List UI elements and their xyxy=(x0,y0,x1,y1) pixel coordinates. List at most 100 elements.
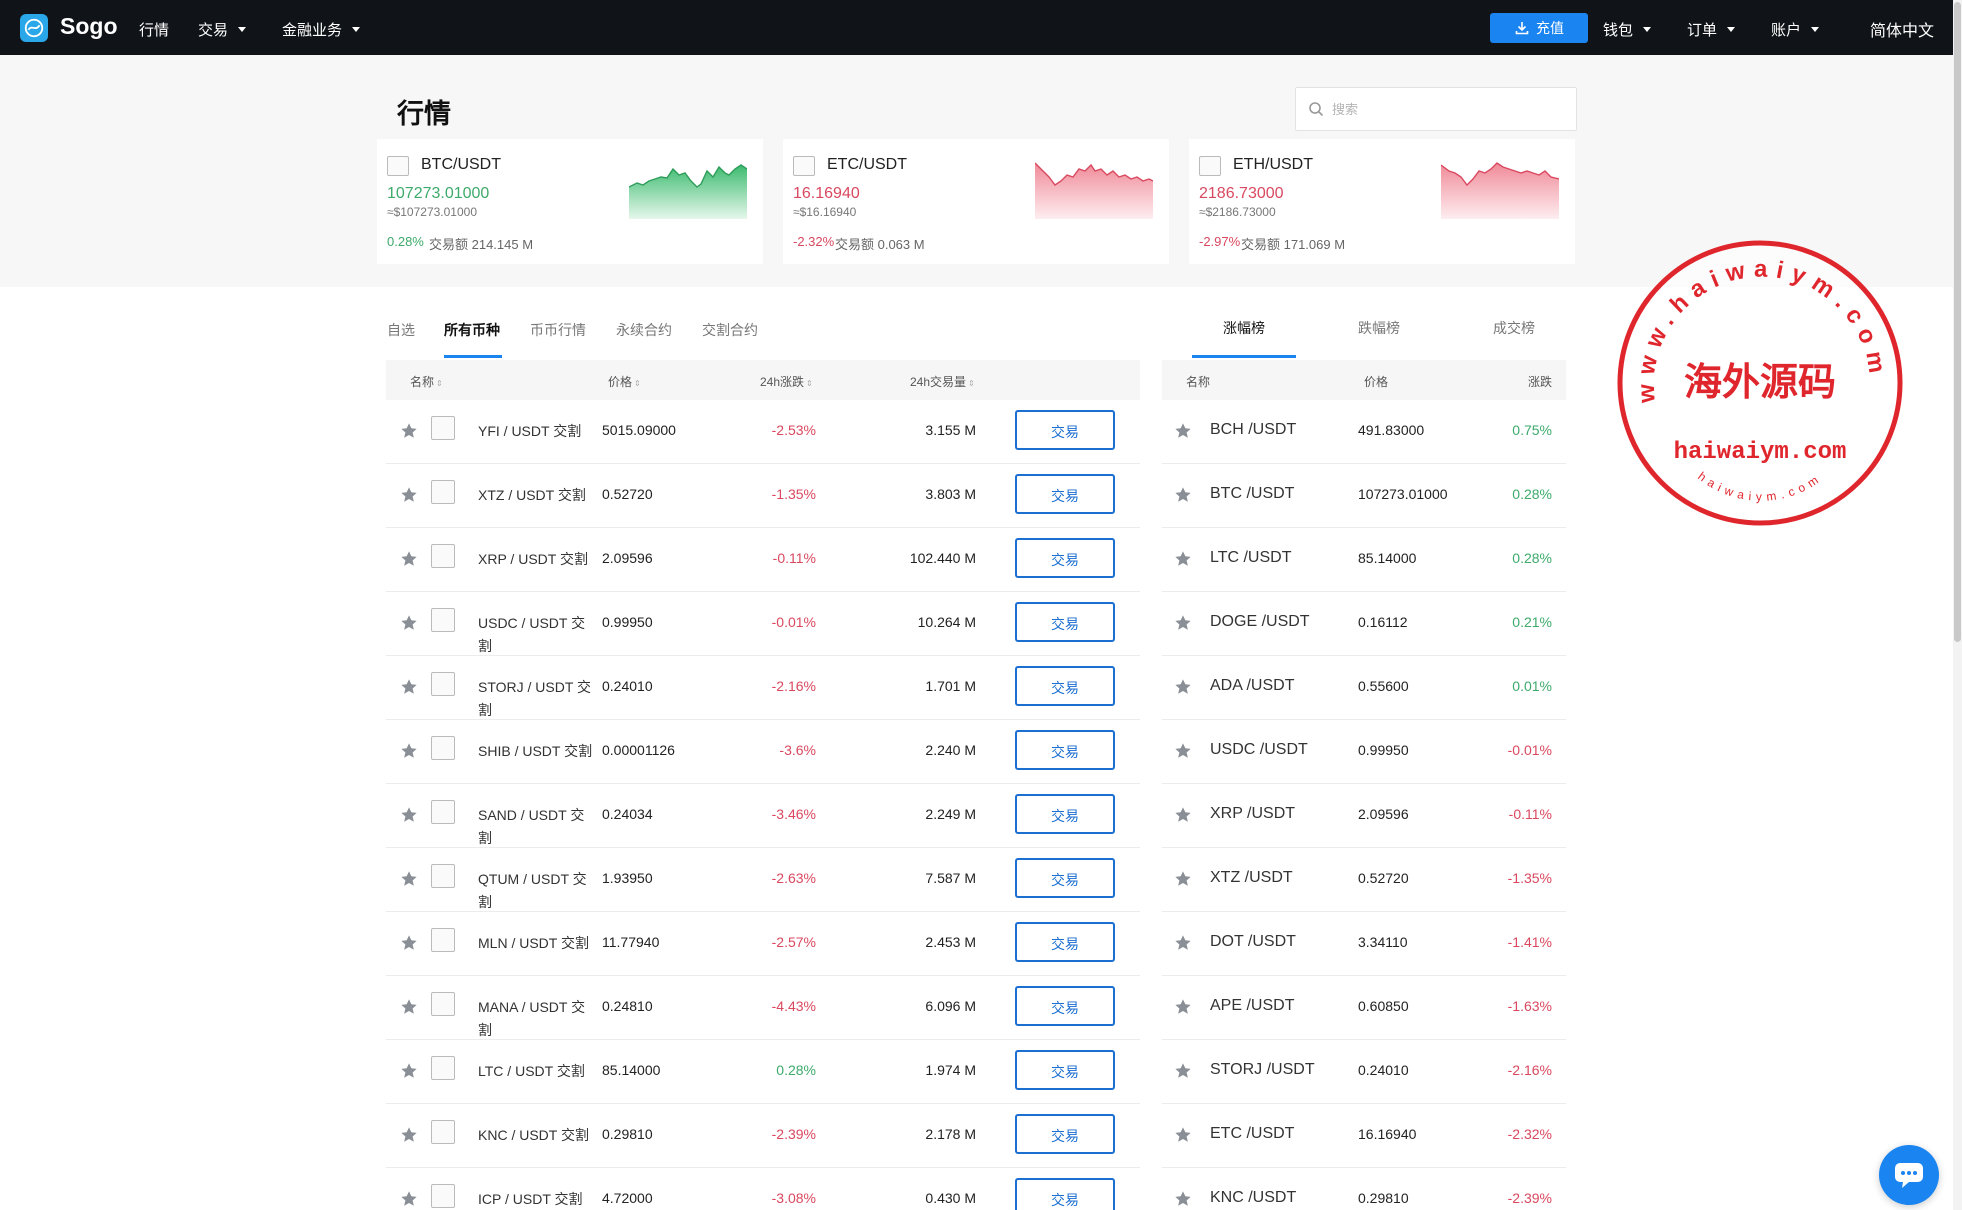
star-icon[interactable] xyxy=(1174,1062,1192,1080)
tab-delivery[interactable]: 交割合约 xyxy=(702,320,758,340)
search-input[interactable] xyxy=(1332,101,1532,117)
language-selector[interactable]: 简体中文 xyxy=(1870,17,1934,41)
pair-name[interactable]: MANA / USDT 交割 xyxy=(478,996,594,1042)
table-row[interactable]: STORJ / USDT 交割 0.24010 -2.16% 1.701 M 交易 xyxy=(386,656,1140,720)
search-box[interactable] xyxy=(1295,87,1577,131)
table-row[interactable]: SHIB / USDT 交割 0.00001126 -3.6% 2.240 M 交易 xyxy=(386,720,1140,784)
ranking-row[interactable]: BCH /USDT 491.83000 0.75% xyxy=(1162,400,1566,464)
logo-icon[interactable] xyxy=(20,14,48,42)
pair-name[interactable]: SHIB / USDT 交割 xyxy=(478,740,594,763)
star-icon[interactable] xyxy=(1174,486,1192,504)
ranking-row[interactable]: ADA /USDT 0.55600 0.01% xyxy=(1162,656,1566,720)
tab-volume[interactable]: 成交榜 xyxy=(1493,318,1535,338)
trade-button[interactable]: 交易 xyxy=(1015,794,1115,834)
ranking-row[interactable]: DOGE /USDT 0.16112 0.21% xyxy=(1162,592,1566,656)
table-row[interactable]: LTC / USDT 交割 85.14000 0.28% 1.974 M 交易 xyxy=(386,1040,1140,1104)
star-icon[interactable] xyxy=(400,678,418,696)
star-icon[interactable] xyxy=(1174,1190,1192,1208)
trade-button[interactable]: 交易 xyxy=(1015,1114,1115,1154)
pair-name[interactable]: MLN / USDT 交割 xyxy=(478,932,594,955)
star-icon[interactable] xyxy=(1174,934,1192,952)
nav-orders[interactable]: 订单 xyxy=(1687,19,1736,40)
star-icon[interactable] xyxy=(400,998,418,1016)
pair-name[interactable]: SAND / USDT 交割 xyxy=(478,804,594,850)
pair-name[interactable]: KNC / USDT 交割 xyxy=(478,1124,594,1147)
ranking-row[interactable]: LTC /USDT 85.14000 0.28% xyxy=(1162,528,1566,592)
header-change[interactable]: 24h涨跌 ⇕ xyxy=(760,373,813,390)
star-icon[interactable] xyxy=(1174,614,1192,632)
tab-spot[interactable]: 币币行情 xyxy=(530,320,586,340)
trade-button[interactable]: 交易 xyxy=(1015,986,1115,1026)
nav-account[interactable]: 账户 xyxy=(1771,19,1820,40)
ranking-row[interactable]: KNC /USDT 0.29810 -2.39% xyxy=(1162,1168,1566,1210)
ticker-card[interactable]: ETC/USDT 16.16940 ≈$16.16940 -2.32% 交易额 … xyxy=(783,139,1169,264)
tab-perpetual[interactable]: 永续合约 xyxy=(616,320,672,340)
deposit-button[interactable]: 充值 xyxy=(1490,13,1588,43)
header-volume[interactable]: 24h交易量 ⇕ xyxy=(910,373,975,390)
chat-button[interactable] xyxy=(1879,1145,1939,1205)
nav-finance[interactable]: 金融业务 xyxy=(282,19,361,40)
table-row[interactable]: SAND / USDT 交割 0.24034 -3.46% 2.249 M 交易 xyxy=(386,784,1140,848)
pair-name[interactable]: LTC / USDT 交割 xyxy=(478,1060,594,1083)
star-icon[interactable] xyxy=(400,1190,418,1208)
scrollbar[interactable] xyxy=(1953,0,1962,1210)
nav-trade[interactable]: 交易 xyxy=(198,19,247,40)
trade-button[interactable]: 交易 xyxy=(1015,1050,1115,1090)
ranking-row[interactable]: XRP /USDT 2.09596 -0.11% xyxy=(1162,784,1566,848)
star-icon[interactable] xyxy=(400,614,418,632)
star-icon[interactable] xyxy=(400,742,418,760)
trade-button[interactable]: 交易 xyxy=(1015,410,1115,450)
ticker-card[interactable]: ETH/USDT 2186.73000 ≈$2186.73000 -2.97% … xyxy=(1189,139,1575,264)
table-row[interactable]: KNC / USDT 交割 0.29810 -2.39% 2.178 M 交易 xyxy=(386,1104,1140,1168)
nav-wallet[interactable]: 钱包 xyxy=(1603,19,1652,40)
tab-all-coins[interactable]: 所有币种 xyxy=(444,320,500,340)
ranking-row[interactable]: STORJ /USDT 0.24010 -2.16% xyxy=(1162,1040,1566,1104)
trade-button[interactable]: 交易 xyxy=(1015,730,1115,770)
star-icon[interactable] xyxy=(1174,742,1192,760)
star-icon[interactable] xyxy=(400,806,418,824)
trade-button[interactable]: 交易 xyxy=(1015,538,1115,578)
trade-button[interactable]: 交易 xyxy=(1015,858,1115,898)
tab-gainers[interactable]: 涨幅榜 xyxy=(1223,318,1265,338)
table-row[interactable]: MLN / USDT 交割 11.77940 -2.57% 2.453 M 交易 xyxy=(386,912,1140,976)
pair-name[interactable]: XTZ / USDT 交割 xyxy=(478,484,594,507)
ranking-row[interactable]: BTC /USDT 107273.01000 0.28% xyxy=(1162,464,1566,528)
pair-name[interactable]: ICP / USDT 交割 xyxy=(478,1188,594,1210)
pair-name[interactable]: YFI / USDT 交割 xyxy=(478,420,594,443)
ranking-row[interactable]: ETC /USDT 16.16940 -2.32% xyxy=(1162,1104,1566,1168)
ranking-row[interactable]: APE /USDT 0.60850 -1.63% xyxy=(1162,976,1566,1040)
star-icon[interactable] xyxy=(1174,678,1192,696)
pair-name[interactable]: XRP / USDT 交割 xyxy=(478,548,594,571)
brand-name[interactable]: Sogo xyxy=(60,13,118,40)
table-row[interactable]: QTUM / USDT 交割 1.93950 -2.63% 7.587 M 交易 xyxy=(386,848,1140,912)
tab-favorites[interactable]: 自选 xyxy=(387,320,415,340)
table-row[interactable]: YFI / USDT 交割 5015.09000 -2.53% 3.155 M 交易 xyxy=(386,400,1140,464)
pair-name[interactable]: QTUM / USDT 交割 xyxy=(478,868,594,914)
header-name[interactable]: 名称 ⇕ xyxy=(410,373,443,390)
star-icon[interactable] xyxy=(400,550,418,568)
star-icon[interactable] xyxy=(400,486,418,504)
trade-button[interactable]: 交易 xyxy=(1015,922,1115,962)
trade-button[interactable]: 交易 xyxy=(1015,666,1115,706)
star-icon[interactable] xyxy=(1174,1126,1192,1144)
table-row[interactable]: ICP / USDT 交割 4.72000 -3.08% 0.430 M 交易 xyxy=(386,1168,1140,1210)
ranking-row[interactable]: XTZ /USDT 0.52720 -1.35% xyxy=(1162,848,1566,912)
table-row[interactable]: XRP / USDT 交割 2.09596 -0.11% 102.440 M 交易 xyxy=(386,528,1140,592)
trade-button[interactable]: 交易 xyxy=(1015,602,1115,642)
star-icon[interactable] xyxy=(1174,998,1192,1016)
star-icon[interactable] xyxy=(1174,870,1192,888)
pair-name[interactable]: STORJ / USDT 交割 xyxy=(478,676,594,722)
ranking-row[interactable]: DOT /USDT 3.34110 -1.41% xyxy=(1162,912,1566,976)
pair-name[interactable]: USDC / USDT 交割 xyxy=(478,612,594,658)
star-icon[interactable] xyxy=(400,1062,418,1080)
star-icon[interactable] xyxy=(400,870,418,888)
scrollbar-thumb[interactable] xyxy=(1954,2,1961,642)
ranking-row[interactable]: USDC /USDT 0.99950 -0.01% xyxy=(1162,720,1566,784)
star-icon[interactable] xyxy=(1174,422,1192,440)
nav-markets[interactable]: 行情 xyxy=(139,19,169,40)
table-row[interactable]: MANA / USDT 交割 0.24810 -4.43% 6.096 M 交易 xyxy=(386,976,1140,1040)
header-price[interactable]: 价格 ⇕ xyxy=(608,373,641,390)
tab-losers[interactable]: 跌幅榜 xyxy=(1358,318,1400,338)
star-icon[interactable] xyxy=(400,422,418,440)
table-row[interactable]: XTZ / USDT 交割 0.52720 -1.35% 3.803 M 交易 xyxy=(386,464,1140,528)
